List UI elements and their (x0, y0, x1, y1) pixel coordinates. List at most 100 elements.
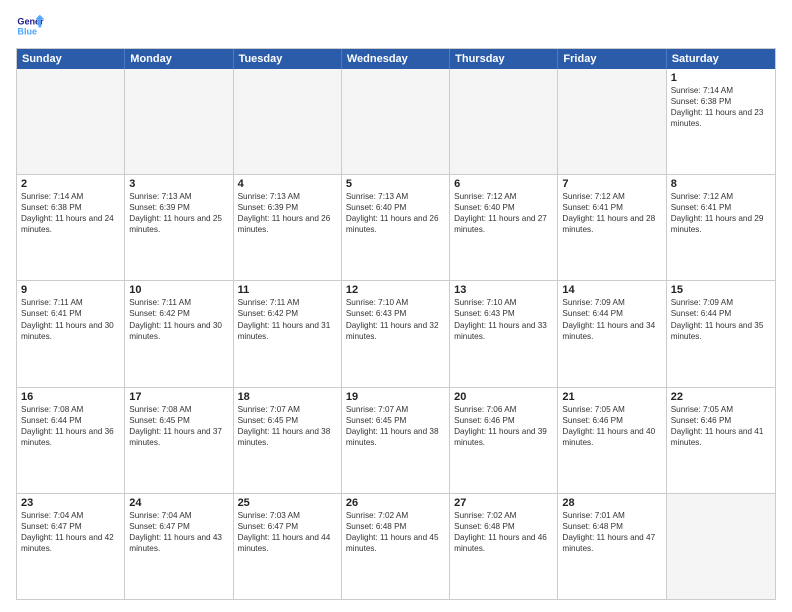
cell-info: Sunrise: 7:03 AM Sunset: 6:47 PM Dayligh… (238, 510, 337, 554)
calendar-row: 23Sunrise: 7:04 AM Sunset: 6:47 PM Dayli… (17, 494, 775, 599)
calendar-cell (667, 494, 775, 599)
day-number: 15 (671, 284, 771, 296)
calendar-cell: 25Sunrise: 7:03 AM Sunset: 6:47 PM Dayli… (234, 494, 342, 599)
calendar-cell: 8Sunrise: 7:12 AM Sunset: 6:41 PM Daylig… (667, 175, 775, 280)
header-friday: Friday (558, 49, 666, 69)
calendar-cell (234, 69, 342, 174)
day-number: 19 (346, 391, 445, 403)
cell-info: Sunrise: 7:14 AM Sunset: 6:38 PM Dayligh… (671, 85, 771, 129)
day-number: 2 (21, 178, 120, 190)
calendar-cell: 9Sunrise: 7:11 AM Sunset: 6:41 PM Daylig… (17, 281, 125, 386)
calendar-cell: 6Sunrise: 7:12 AM Sunset: 6:40 PM Daylig… (450, 175, 558, 280)
day-number: 14 (562, 284, 661, 296)
cell-info: Sunrise: 7:02 AM Sunset: 6:48 PM Dayligh… (346, 510, 445, 554)
calendar-cell (450, 69, 558, 174)
calendar-cell: 16Sunrise: 7:08 AM Sunset: 6:44 PM Dayli… (17, 388, 125, 493)
cell-info: Sunrise: 7:01 AM Sunset: 6:48 PM Dayligh… (562, 510, 661, 554)
day-number: 21 (562, 391, 661, 403)
calendar-cell: 17Sunrise: 7:08 AM Sunset: 6:45 PM Dayli… (125, 388, 233, 493)
cell-info: Sunrise: 7:13 AM Sunset: 6:39 PM Dayligh… (238, 191, 337, 235)
calendar-cell: 24Sunrise: 7:04 AM Sunset: 6:47 PM Dayli… (125, 494, 233, 599)
calendar-cell: 2Sunrise: 7:14 AM Sunset: 6:38 PM Daylig… (17, 175, 125, 280)
cell-info: Sunrise: 7:13 AM Sunset: 6:39 PM Dayligh… (129, 191, 228, 235)
header-sunday: Sunday (17, 49, 125, 69)
day-number: 26 (346, 497, 445, 509)
calendar-row: 9Sunrise: 7:11 AM Sunset: 6:41 PM Daylig… (17, 281, 775, 387)
calendar-cell (125, 69, 233, 174)
day-number: 6 (454, 178, 553, 190)
day-number: 5 (346, 178, 445, 190)
day-number: 24 (129, 497, 228, 509)
calendar-cell: 5Sunrise: 7:13 AM Sunset: 6:40 PM Daylig… (342, 175, 450, 280)
cell-info: Sunrise: 7:04 AM Sunset: 6:47 PM Dayligh… (129, 510, 228, 554)
header-tuesday: Tuesday (234, 49, 342, 69)
calendar-cell: 18Sunrise: 7:07 AM Sunset: 6:45 PM Dayli… (234, 388, 342, 493)
calendar-cell: 22Sunrise: 7:05 AM Sunset: 6:46 PM Dayli… (667, 388, 775, 493)
calendar-row: 1Sunrise: 7:14 AM Sunset: 6:38 PM Daylig… (17, 69, 775, 175)
cell-info: Sunrise: 7:09 AM Sunset: 6:44 PM Dayligh… (671, 297, 771, 341)
cell-info: Sunrise: 7:07 AM Sunset: 6:45 PM Dayligh… (346, 404, 445, 448)
calendar-cell: 21Sunrise: 7:05 AM Sunset: 6:46 PM Dayli… (558, 388, 666, 493)
header-monday: Monday (125, 49, 233, 69)
calendar-row: 16Sunrise: 7:08 AM Sunset: 6:44 PM Dayli… (17, 388, 775, 494)
header: General Blue (16, 12, 776, 40)
calendar-cell: 27Sunrise: 7:02 AM Sunset: 6:48 PM Dayli… (450, 494, 558, 599)
calendar-cell: 13Sunrise: 7:10 AM Sunset: 6:43 PM Dayli… (450, 281, 558, 386)
header-thursday: Thursday (450, 49, 558, 69)
calendar-cell: 28Sunrise: 7:01 AM Sunset: 6:48 PM Dayli… (558, 494, 666, 599)
cell-info: Sunrise: 7:10 AM Sunset: 6:43 PM Dayligh… (454, 297, 553, 341)
day-number: 9 (21, 284, 120, 296)
cell-info: Sunrise: 7:11 AM Sunset: 6:42 PM Dayligh… (238, 297, 337, 341)
cell-info: Sunrise: 7:12 AM Sunset: 6:41 PM Dayligh… (562, 191, 661, 235)
calendar-cell: 20Sunrise: 7:06 AM Sunset: 6:46 PM Dayli… (450, 388, 558, 493)
calendar-cell: 15Sunrise: 7:09 AM Sunset: 6:44 PM Dayli… (667, 281, 775, 386)
calendar-cell: 12Sunrise: 7:10 AM Sunset: 6:43 PM Dayli… (342, 281, 450, 386)
day-number: 20 (454, 391, 553, 403)
calendar-cell: 11Sunrise: 7:11 AM Sunset: 6:42 PM Dayli… (234, 281, 342, 386)
cell-info: Sunrise: 7:12 AM Sunset: 6:40 PM Dayligh… (454, 191, 553, 235)
calendar-cell: 4Sunrise: 7:13 AM Sunset: 6:39 PM Daylig… (234, 175, 342, 280)
calendar-header: Sunday Monday Tuesday Wednesday Thursday… (17, 49, 775, 69)
page: General Blue Sunday Monday Tuesday Wedne… (0, 0, 792, 612)
day-number: 1 (671, 72, 771, 84)
calendar-cell: 26Sunrise: 7:02 AM Sunset: 6:48 PM Dayli… (342, 494, 450, 599)
cell-info: Sunrise: 7:11 AM Sunset: 6:41 PM Dayligh… (21, 297, 120, 341)
logo: General Blue (16, 12, 48, 40)
calendar-cell: 23Sunrise: 7:04 AM Sunset: 6:47 PM Dayli… (17, 494, 125, 599)
day-number: 18 (238, 391, 337, 403)
day-number: 10 (129, 284, 228, 296)
cell-info: Sunrise: 7:10 AM Sunset: 6:43 PM Dayligh… (346, 297, 445, 341)
calendar-cell (558, 69, 666, 174)
calendar-cell: 3Sunrise: 7:13 AM Sunset: 6:39 PM Daylig… (125, 175, 233, 280)
cell-info: Sunrise: 7:11 AM Sunset: 6:42 PM Dayligh… (129, 297, 228, 341)
cell-info: Sunrise: 7:05 AM Sunset: 6:46 PM Dayligh… (562, 404, 661, 448)
svg-text:Blue: Blue (17, 26, 37, 36)
cell-info: Sunrise: 7:02 AM Sunset: 6:48 PM Dayligh… (454, 510, 553, 554)
day-number: 16 (21, 391, 120, 403)
day-number: 11 (238, 284, 337, 296)
cell-info: Sunrise: 7:04 AM Sunset: 6:47 PM Dayligh… (21, 510, 120, 554)
calendar-cell (17, 69, 125, 174)
cell-info: Sunrise: 7:07 AM Sunset: 6:45 PM Dayligh… (238, 404, 337, 448)
calendar: Sunday Monday Tuesday Wednesday Thursday… (16, 48, 776, 600)
day-number: 3 (129, 178, 228, 190)
calendar-cell: 7Sunrise: 7:12 AM Sunset: 6:41 PM Daylig… (558, 175, 666, 280)
cell-info: Sunrise: 7:08 AM Sunset: 6:45 PM Dayligh… (129, 404, 228, 448)
day-number: 27 (454, 497, 553, 509)
calendar-cell (342, 69, 450, 174)
day-number: 4 (238, 178, 337, 190)
header-saturday: Saturday (667, 49, 775, 69)
cell-info: Sunrise: 7:14 AM Sunset: 6:38 PM Dayligh… (21, 191, 120, 235)
day-number: 22 (671, 391, 771, 403)
calendar-cell: 14Sunrise: 7:09 AM Sunset: 6:44 PM Dayli… (558, 281, 666, 386)
calendar-cell: 1Sunrise: 7:14 AM Sunset: 6:38 PM Daylig… (667, 69, 775, 174)
header-wednesday: Wednesday (342, 49, 450, 69)
calendar-cell: 19Sunrise: 7:07 AM Sunset: 6:45 PM Dayli… (342, 388, 450, 493)
logo-icon: General Blue (16, 12, 44, 40)
cell-info: Sunrise: 7:12 AM Sunset: 6:41 PM Dayligh… (671, 191, 771, 235)
cell-info: Sunrise: 7:05 AM Sunset: 6:46 PM Dayligh… (671, 404, 771, 448)
cell-info: Sunrise: 7:09 AM Sunset: 6:44 PM Dayligh… (562, 297, 661, 341)
day-number: 17 (129, 391, 228, 403)
calendar-cell: 10Sunrise: 7:11 AM Sunset: 6:42 PM Dayli… (125, 281, 233, 386)
day-number: 13 (454, 284, 553, 296)
